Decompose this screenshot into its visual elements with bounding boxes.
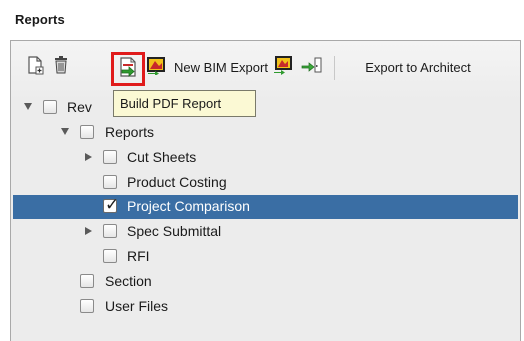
tree-row-product-costing[interactable]: Product Costing	[13, 171, 518, 195]
reports-panel: Reports New BIM Export Export to Archite…	[0, 0, 524, 341]
tree-label: RFI	[127, 248, 150, 264]
bim-export-button[interactable]	[272, 52, 294, 82]
new-bim-export-button[interactable]: New BIM Export	[174, 52, 268, 82]
tree-row-spec-submittal[interactable]: Spec Submittal	[13, 220, 518, 244]
tree-row-cut-sheets[interactable]: Cut Sheets	[13, 146, 518, 170]
export-to-architect-icon-button[interactable]	[300, 52, 324, 82]
tree-label: Project Comparison	[127, 198, 250, 214]
checkbox[interactable]	[43, 100, 57, 114]
export-to-architect-button[interactable]: Export to Architect	[350, 52, 486, 82]
tree-row-project-comparison[interactable]: ✓ Project Comparison	[13, 195, 518, 219]
checkbox[interactable]	[103, 249, 117, 263]
panel-title: Reports	[15, 12, 65, 27]
checkbox[interactable]: ✓	[103, 195, 119, 214]
tree-label: Cut Sheets	[127, 149, 197, 165]
tree-row-user-files[interactable]: User Files	[13, 295, 518, 319]
collapse-arrow-icon[interactable]	[85, 227, 92, 235]
new-bim-export-icon	[146, 55, 166, 80]
checkbox[interactable]	[80, 299, 94, 313]
tooltip: Build PDF Report	[113, 90, 256, 117]
checkbox[interactable]	[80, 125, 94, 139]
expand-arrow-icon[interactable]	[24, 103, 32, 110]
tree-row-reports[interactable]: Reports	[13, 121, 518, 145]
tree-row-rev[interactable]: Rev	[13, 96, 518, 120]
check-mark-icon: ✓	[105, 195, 120, 214]
tree-row-section[interactable]: Section	[13, 270, 518, 294]
toolbar-separator	[334, 56, 335, 80]
new-bim-export-icon-button[interactable]	[145, 52, 167, 82]
tree-row-rfi[interactable]: RFI	[13, 245, 518, 269]
checkbox[interactable]	[103, 175, 117, 189]
tree-label: Reports	[105, 124, 155, 140]
delete-button[interactable]	[51, 52, 71, 82]
highlight-box	[111, 52, 145, 86]
tree-label: Product Costing	[127, 174, 227, 190]
checkbox[interactable]	[103, 224, 117, 238]
collapse-arrow-icon[interactable]	[85, 153, 92, 161]
delete-icon	[53, 55, 69, 80]
checkbox[interactable]	[80, 274, 94, 288]
tree-label: User Files	[105, 298, 169, 314]
tree-label: Rev	[67, 99, 92, 115]
new-report-icon	[26, 55, 44, 80]
tree-label: Spec Submittal	[127, 223, 222, 239]
tree-label: Section	[105, 273, 152, 289]
export-to-architect-label: Export to Architect	[365, 59, 471, 75]
expand-arrow-icon[interactable]	[61, 128, 69, 135]
toolbar: New BIM Export Export to Architect	[16, 52, 506, 88]
new-bim-export-label: New BIM Export	[174, 59, 268, 75]
tooltip-text: Build PDF Report	[120, 96, 222, 111]
new-report-button[interactable]	[24, 52, 46, 82]
export-to-architect-icon	[301, 55, 323, 80]
checkbox[interactable]	[103, 150, 117, 164]
bim-export-icon	[273, 55, 293, 80]
